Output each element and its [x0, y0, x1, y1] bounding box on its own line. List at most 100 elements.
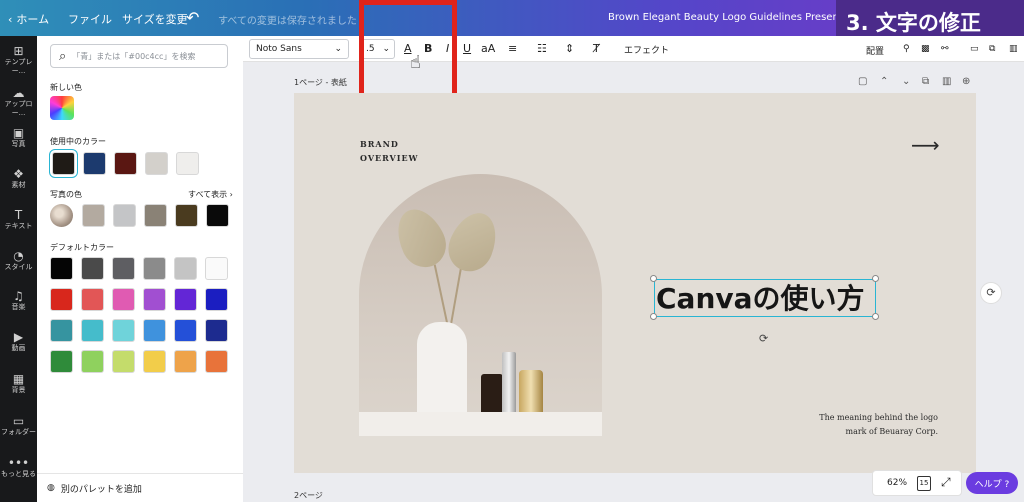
chevron-up-icon[interactable]: ⌃: [880, 76, 888, 87]
add-page-icon[interactable]: ⊕: [962, 76, 970, 87]
default-color-swatch[interactable]: [205, 319, 228, 342]
default-color-swatch[interactable]: [112, 257, 135, 280]
photo-color-swatch[interactable]: [82, 204, 105, 227]
rail-item-elements[interactable]: ❖ 素材: [0, 167, 37, 190]
resize-handle[interactable]: [872, 313, 879, 320]
rail-item-background[interactable]: ▦ 背景: [0, 372, 37, 395]
photo-thumbnail[interactable]: [50, 204, 73, 227]
default-color-swatch[interactable]: [205, 350, 228, 373]
see-all-link[interactable]: すべて表示 ›: [188, 189, 233, 200]
default-color-swatch[interactable]: [143, 319, 166, 342]
page-count-button[interactable]: 15: [917, 476, 931, 491]
font-family-select[interactable]: Noto Sans ⌄: [249, 39, 349, 59]
upload-icon: ☁: [12, 86, 25, 100]
default-color-swatch[interactable]: [112, 319, 135, 342]
zoom-level[interactable]: 62%: [887, 478, 907, 488]
list-icon[interactable]: ☷: [537, 42, 547, 55]
rail-item-text[interactable]: T テキスト: [0, 208, 37, 231]
default-color-swatch[interactable]: [50, 350, 73, 373]
resize-handle[interactable]: [650, 275, 657, 282]
default-color-swatch[interactable]: [143, 288, 166, 311]
align-left-icon[interactable]: ≡: [508, 42, 517, 55]
color-swatch[interactable]: [52, 152, 75, 175]
arrow-right-icon[interactable]: ⟶: [911, 133, 940, 157]
rail-item-music[interactable]: ♫ 音楽: [0, 289, 37, 312]
add-new-color-button[interactable]: [50, 96, 74, 120]
photo-color-swatch[interactable]: [144, 204, 167, 227]
default-color-swatch[interactable]: [174, 288, 197, 311]
default-color-swatch[interactable]: [205, 288, 228, 311]
brand-overview-text[interactable]: BRAND OVERVIEW: [360, 137, 419, 165]
paint-roller-icon[interactable]: ⚲: [903, 44, 910, 54]
color-swatch[interactable]: [114, 152, 137, 175]
delete-icon[interactable]: ▥: [1009, 44, 1018, 54]
product-photo[interactable]: [359, 174, 602, 436]
chevron-down-icon[interactable]: ⌄: [902, 76, 910, 87]
underline-button[interactable]: U: [463, 42, 471, 55]
rail-item-style[interactable]: ◔ スタイル: [0, 249, 37, 272]
photo-color-swatch[interactable]: [206, 204, 229, 227]
rail-item-video[interactable]: ▶ 動画: [0, 330, 37, 353]
document-title[interactable]: Brown Elegant Beauty Logo Guidelines Pre…: [608, 12, 868, 23]
default-color-swatch[interactable]: [81, 350, 104, 373]
default-color-swatch[interactable]: [50, 288, 73, 311]
default-color-swatch[interactable]: [205, 257, 228, 280]
default-color-swatch[interactable]: [112, 350, 135, 373]
link-icon[interactable]: ⚯: [941, 44, 949, 54]
photo-color-swatch[interactable]: [175, 204, 198, 227]
rail-item-label: 素材: [11, 181, 26, 189]
home-label: ホーム: [16, 13, 50, 26]
color-swatch[interactable]: [145, 152, 168, 175]
position-button[interactable]: 配置: [866, 44, 884, 57]
help-button[interactable]: ヘルプ ?: [966, 472, 1018, 494]
resize-handle[interactable]: [650, 313, 657, 320]
comment-icon[interactable]: ▭: [970, 44, 979, 54]
rail-item-upload[interactable]: ☁ アップロー...: [0, 86, 37, 118]
transparency-icon[interactable]: ▩: [921, 44, 930, 54]
effects-button[interactable]: エフェクト: [624, 43, 669, 56]
color-swatch[interactable]: [83, 152, 106, 175]
default-color-swatch[interactable]: [174, 319, 197, 342]
hand-cursor-icon: ☝: [410, 52, 421, 73]
rail-item-label: 背景: [11, 386, 26, 394]
home-button[interactable]: ‹ ホーム: [8, 11, 49, 27]
default-color-swatch[interactable]: [50, 319, 73, 342]
photo-color-swatch[interactable]: [113, 204, 136, 227]
default-color-swatch[interactable]: [81, 319, 104, 342]
refresh-icon[interactable]: ⟳: [980, 282, 1002, 304]
default-color-swatch[interactable]: [50, 257, 73, 280]
file-menu[interactable]: ファイル: [68, 11, 112, 27]
slide-page[interactable]: BRAND OVERVIEW ⟶ Canvaの使い方 ⟳ The meaning…: [294, 93, 976, 473]
tagline-text[interactable]: The meaning behind the logo mark of Beua…: [814, 411, 938, 439]
elements-icon: ❖: [13, 167, 24, 181]
undo-icon[interactable]: ↶: [186, 8, 199, 27]
rail-item-label: 写真: [11, 140, 26, 148]
text-transform-icon[interactable]: Ⱦ: [593, 42, 600, 55]
add-palette-button[interactable]: ◍ 別のパレットを追加: [37, 473, 243, 502]
color-swatch[interactable]: [176, 152, 199, 175]
default-color-swatch[interactable]: [143, 257, 166, 280]
default-color-swatch[interactable]: [143, 350, 166, 373]
rail-item-photo[interactable]: ▣ 写真: [0, 126, 37, 149]
spacing-icon[interactable]: ⇕: [565, 42, 574, 55]
default-color-swatch[interactable]: [81, 288, 104, 311]
rotate-icon[interactable]: ⟳: [759, 332, 768, 345]
rail-item-label: テンプレー...: [4, 58, 33, 75]
default-color-swatch[interactable]: [112, 288, 135, 311]
letter-case-button[interactable]: aA: [481, 42, 495, 55]
color-search-input[interactable]: ⌕ 「青」または「#00c4cc」を検索: [50, 44, 228, 68]
note-icon[interactable]: ▢: [858, 76, 867, 87]
resize-button[interactable]: サイズを変更: [122, 11, 188, 27]
resize-handle[interactable]: [872, 275, 879, 282]
default-color-swatch[interactable]: [81, 257, 104, 280]
duplicate-page-icon[interactable]: ⧉: [922, 76, 929, 87]
headline-text[interactable]: Canvaの使い方: [656, 277, 865, 317]
delete-page-icon[interactable]: ▥: [942, 76, 951, 87]
rail-item-template[interactable]: ⊞ テンプレー...: [0, 44, 37, 76]
default-color-swatch[interactable]: [174, 350, 197, 373]
rail-item-more[interactable]: ••• もっと見る: [0, 456, 37, 479]
fullscreen-icon[interactable]: ⤢: [941, 475, 951, 490]
rail-item-folder[interactable]: ▭ フォルダー: [0, 414, 37, 437]
default-color-swatch[interactable]: [174, 257, 197, 280]
copy-icon[interactable]: ⧉: [989, 44, 995, 54]
